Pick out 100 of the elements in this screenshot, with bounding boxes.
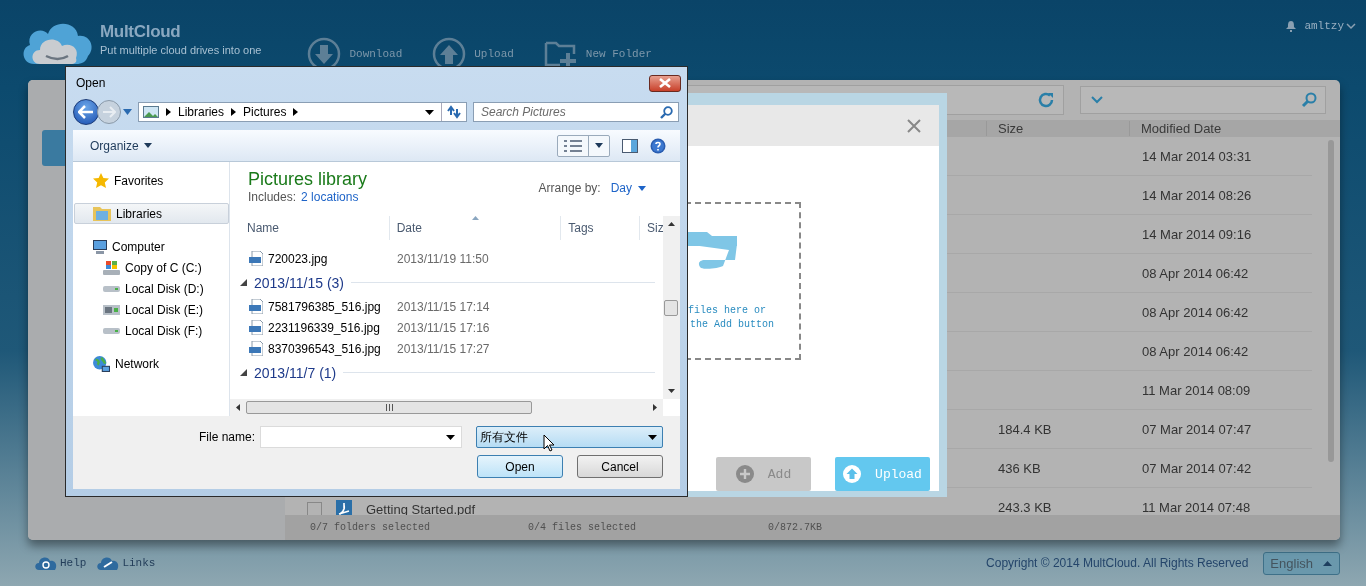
table-cell: 07 Mar 2014 07:47 xyxy=(1142,421,1252,437)
table-cell: 243.3 KB xyxy=(998,500,1052,515)
tagline: Put multiple cloud drives into one xyxy=(100,44,262,56)
column-header[interactable]: Modified Date xyxy=(1129,121,1301,136)
table-cell: 08 Apr 2014 06:42 xyxy=(1142,304,1249,320)
table-cell: 07 Mar 2014 07:42 xyxy=(1142,460,1252,476)
scrollbar[interactable] xyxy=(663,216,680,399)
image-file-icon xyxy=(249,251,263,266)
refresh-icon xyxy=(446,105,462,119)
close-button[interactable] xyxy=(649,74,681,92)
collapse-icon[interactable] xyxy=(240,279,247,286)
table-cell: 436 KB xyxy=(998,460,1041,476)
footer-link[interactable]: Links xyxy=(96,556,156,570)
scroll-left-icon[interactable] xyxy=(236,404,240,411)
cursor-icon xyxy=(543,434,555,452)
breadcrumb[interactable]: Pictures xyxy=(243,105,287,119)
scroll-thumb[interactable] xyxy=(664,300,678,316)
image-file-icon xyxy=(249,320,263,335)
caret-up-icon xyxy=(1323,560,1332,566)
image-file-icon xyxy=(249,299,263,314)
column-header[interactable]: Name xyxy=(240,216,390,240)
file-date: 2013/11/15 17:27 xyxy=(397,341,490,356)
nav-item[interactable]: Network xyxy=(74,353,229,374)
user-menu[interactable]: amltzy xyxy=(1304,20,1356,32)
nav-item[interactable]: Local Disk (D:) xyxy=(74,278,229,299)
scrollbar[interactable] xyxy=(1328,140,1334,462)
locations-link[interactable]: 2 locations xyxy=(301,190,359,204)
group-header[interactable]: 2013/11/7 (1) xyxy=(254,364,337,381)
address-bar[interactable]: Libraries Pictures xyxy=(138,102,467,122)
copyright-text: Copyright © 2014 MultCloud. All Rights Reserved xyxy=(986,556,1249,570)
chevron-right-icon[interactable] xyxy=(166,108,171,116)
caret-down-icon[interactable] xyxy=(425,109,434,115)
search-icon[interactable] xyxy=(660,106,673,119)
grip-icon xyxy=(385,404,393,411)
arrow-right-icon xyxy=(102,106,116,118)
preview-pane-icon[interactable] xyxy=(622,138,638,153)
drop-hint: the Add button xyxy=(689,318,774,332)
column-header[interactable]: Tags xyxy=(561,216,641,240)
table-cell: 14 Mar 2014 03:31 xyxy=(1142,148,1252,164)
caret-down-icon xyxy=(595,143,603,148)
list-view-icon xyxy=(564,139,582,152)
plus-icon xyxy=(735,465,754,483)
bell-icon[interactable] xyxy=(1286,20,1297,32)
includes-label: Includes: xyxy=(248,190,297,204)
scrollbar[interactable] xyxy=(230,399,663,416)
chevron-right-icon[interactable] xyxy=(231,108,237,116)
table-cell: 14 Mar 2014 08:26 xyxy=(1142,187,1252,203)
file-name[interactable]: 2231196339_516.jpg xyxy=(268,320,380,335)
chevron-down-icon xyxy=(1346,22,1356,30)
dialog-button[interactable]: Open xyxy=(477,455,563,478)
close-icon xyxy=(658,78,672,88)
nav-item[interactable]: Favorites xyxy=(74,170,229,191)
collapse-icon[interactable] xyxy=(240,369,247,376)
search-field[interactable]: Search Pictures xyxy=(473,102,679,122)
drive-icon xyxy=(103,285,120,292)
scroll-right-icon[interactable] xyxy=(653,404,657,411)
field-label: File name: xyxy=(198,430,255,444)
logo-text: MultCloud xyxy=(100,22,182,42)
organize-menu[interactable]: Organize xyxy=(90,138,152,153)
table-cell: 08 Apr 2014 06:42 xyxy=(1142,265,1249,281)
drive-icon xyxy=(103,304,120,315)
dialog-button[interactable]: Cancel xyxy=(577,455,663,478)
column-header[interactable]: Siz xyxy=(640,216,663,240)
nav-item[interactable]: Local Disk (E:) xyxy=(74,299,229,320)
group-header[interactable]: 2013/11/15 (3) xyxy=(254,274,345,291)
caret-down-icon xyxy=(648,434,657,440)
footer-link[interactable]: Help xyxy=(34,556,87,570)
picture-icon xyxy=(143,106,159,118)
nav-item[interactable]: Computer xyxy=(74,236,229,257)
scroll-down-icon[interactable] xyxy=(668,389,675,393)
table-cell: 11 Mar 2014 07:48 xyxy=(1142,500,1251,515)
file-name[interactable]: 8370396543_516.jpg xyxy=(268,341,381,356)
drive-icon xyxy=(103,327,120,334)
file-name[interactable]: 720023.jpg xyxy=(268,251,328,266)
arrange-dropdown[interactable]: Day xyxy=(610,181,646,195)
table-cell: 14 Mar 2014 09:16 xyxy=(1142,226,1252,242)
status-text: 0/7 folders selected xyxy=(310,522,432,533)
close-icon[interactable] xyxy=(907,118,921,133)
scroll-up-icon[interactable] xyxy=(668,222,675,226)
pdf-file-icon xyxy=(336,500,352,515)
back-button[interactable] xyxy=(73,99,99,125)
file-name-field[interactable] xyxy=(260,426,462,448)
status-text: 0/4 files selected xyxy=(528,522,638,533)
view-button[interactable] xyxy=(557,134,610,157)
nav-item[interactable]: Local Disk (F:) xyxy=(74,320,229,341)
column-header[interactable]: Date xyxy=(389,216,562,240)
chevron-right-icon[interactable] xyxy=(293,108,299,116)
file-date: 2013/11/19 11:50 xyxy=(397,251,489,266)
caret-down-icon xyxy=(143,143,152,148)
column-header[interactable]: Size xyxy=(986,121,1129,136)
nav-item[interactable]: Copy of C (C:) xyxy=(74,257,229,278)
caret-down-icon xyxy=(638,185,646,191)
file-date: 2013/11/15 17:14 xyxy=(397,299,490,314)
file-name[interactable]: 7581796385_516.jpg xyxy=(268,299,381,314)
nav-item[interactable]: Libraries xyxy=(74,203,229,224)
file-type-dropdown[interactable]: 所有文件 xyxy=(476,426,663,448)
arrange-label: Arrange by: xyxy=(538,181,601,195)
caret-down-icon[interactable] xyxy=(446,434,455,440)
library-title: Pictures library xyxy=(248,168,368,190)
breadcrumb[interactable]: Libraries xyxy=(178,105,225,119)
